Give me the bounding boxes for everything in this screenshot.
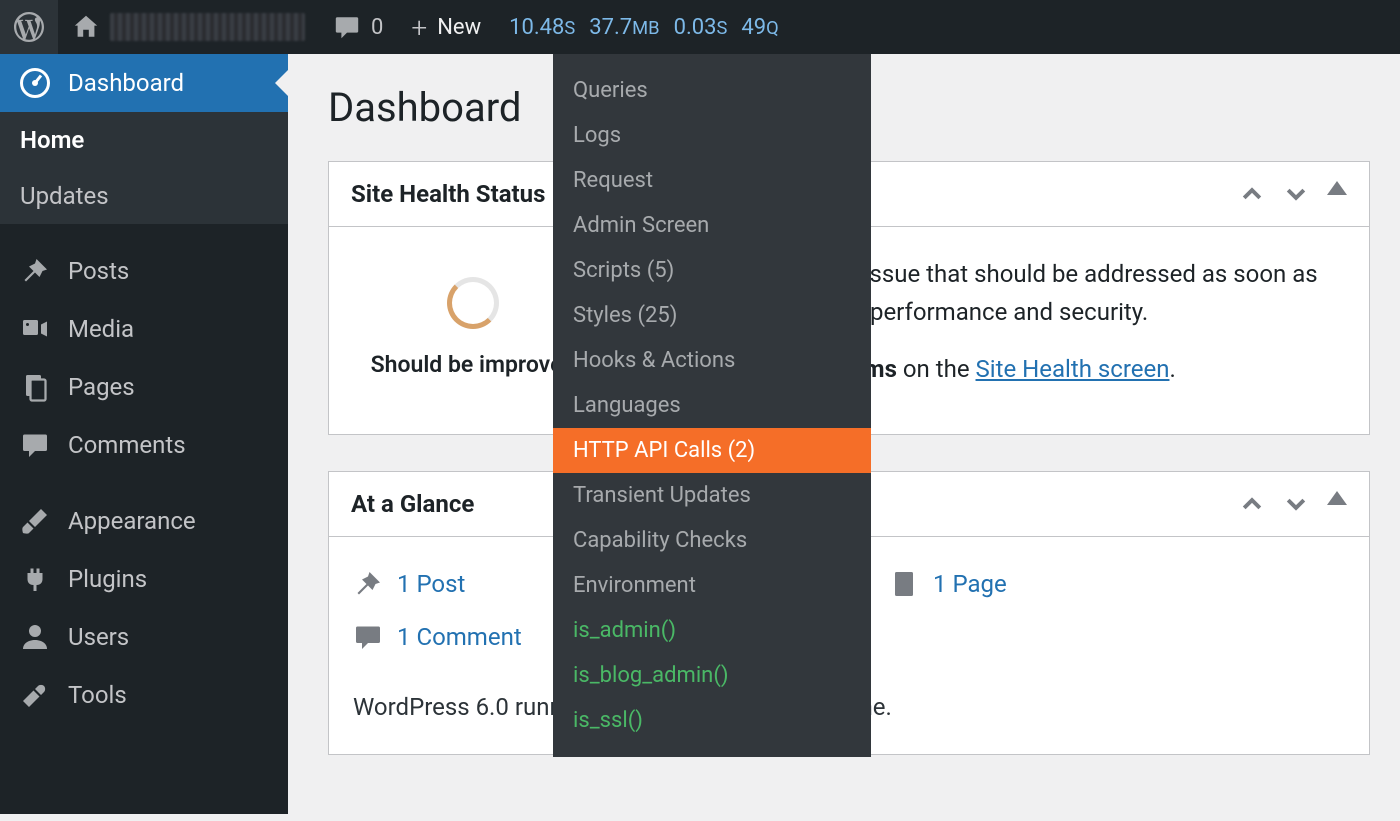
qm-menu-item[interactable]: Scripts (5) [553, 248, 871, 293]
qm-menu-item[interactable]: Languages [553, 383, 871, 428]
sidebar-item-comments[interactable]: Comments [0, 416, 288, 474]
glance-pages-link[interactable]: 1 Page [889, 565, 1345, 603]
chevron-down-icon[interactable] [1283, 181, 1309, 207]
panel-controls [1239, 181, 1347, 207]
user-icon [20, 622, 50, 652]
sidebar-label: Appearance [68, 507, 196, 535]
triangle-up-icon[interactable] [1327, 491, 1347, 505]
site-health-link[interactable]: Site Health screen [976, 355, 1170, 383]
new-label: New [437, 15, 481, 40]
sidebar-label: Tools [68, 681, 127, 709]
qm-dbtime: 0.03S [674, 15, 728, 40]
panel-controls [1239, 491, 1347, 517]
sidebar-item-dashboard[interactable]: Dashboard [0, 54, 288, 112]
qm-time: 10.48S [509, 15, 575, 40]
plugin-icon [20, 564, 50, 594]
comment-icon [333, 13, 361, 41]
brush-icon [20, 506, 50, 536]
health-progress-circle [447, 277, 499, 329]
qm-menu-item[interactable]: Admin Screen [553, 203, 871, 248]
qm-menu-item[interactable]: Logs [553, 113, 871, 158]
admin-sidebar: Dashboard Home Updates Posts Media Pages… [0, 54, 288, 814]
comment-icon [353, 622, 383, 652]
qm-menu-item[interactable]: is_admin() [553, 608, 871, 653]
new-content-link[interactable]: + New [397, 0, 495, 54]
sidebar-item-users[interactable]: Users [0, 608, 288, 666]
sidebar-item-pages[interactable]: Pages [0, 358, 288, 416]
qm-queries: 49Q [741, 15, 778, 40]
comments-icon [20, 430, 50, 460]
chevron-up-icon[interactable] [1239, 491, 1265, 517]
qm-menu-item[interactable]: Styles (25) [553, 293, 871, 338]
wrench-icon [20, 680, 50, 710]
home-icon [72, 13, 100, 41]
sidebar-label: Pages [68, 373, 135, 401]
comment-count: 0 [371, 15, 383, 40]
qm-menu-item[interactable]: is_ssl() [553, 698, 871, 743]
chevron-down-icon[interactable] [1283, 491, 1309, 517]
sidebar-label: Users [68, 623, 129, 651]
pages-icon [20, 372, 50, 402]
comments-link[interactable]: 0 [319, 0, 397, 54]
wordpress-logo-icon [14, 12, 44, 42]
qm-menu-item[interactable]: is_blog_admin() [553, 653, 871, 698]
query-monitor-dropdown: QueriesLogsRequestAdmin ScreenScripts (5… [553, 54, 871, 757]
dashboard-icon [20, 68, 50, 98]
sidebar-item-tools[interactable]: Tools [0, 666, 288, 724]
wp-logo-menu[interactable] [0, 0, 58, 54]
pin-icon [353, 569, 383, 599]
sidebar-sub-home[interactable]: Home [0, 112, 288, 168]
sidebar-label: Media [68, 315, 134, 343]
sidebar-label: Posts [68, 257, 129, 285]
admin-bar: 0 + New 10.48S 37.7MB 0.03S 49Q [0, 0, 1400, 54]
pin-icon [20, 256, 50, 286]
sidebar-item-appearance[interactable]: Appearance [0, 492, 288, 550]
triangle-up-icon[interactable] [1327, 181, 1347, 195]
site-name-blurred [110, 13, 305, 41]
page-icon [889, 569, 919, 599]
qm-menu-item[interactable]: Transient Updates [553, 473, 871, 518]
qm-menu-item[interactable]: Hooks & Actions [553, 338, 871, 383]
qm-menu-item[interactable]: Environment [553, 563, 871, 608]
qm-memory: 37.7MB [589, 15, 659, 40]
qm-menu-item[interactable]: Queries [553, 68, 871, 113]
sidebar-label: Plugins [68, 565, 147, 593]
qm-menu-item[interactable]: Capability Checks [553, 518, 871, 563]
sidebar-sub-updates[interactable]: Updates [0, 168, 288, 224]
media-icon [20, 314, 50, 344]
sidebar-label: Dashboard [68, 69, 184, 97]
sidebar-item-posts[interactable]: Posts [0, 242, 288, 300]
qm-menu-item[interactable]: HTTP API Calls (2) [553, 428, 871, 473]
sidebar-item-plugins[interactable]: Plugins [0, 550, 288, 608]
qm-menu-item[interactable]: Request [553, 158, 871, 203]
chevron-up-icon[interactable] [1239, 181, 1265, 207]
sidebar-label: Comments [68, 431, 186, 459]
home-link[interactable] [58, 0, 319, 54]
panel-title: At a Glance [351, 490, 474, 518]
plus-icon: + [411, 11, 427, 44]
panel-title: Site Health Status [351, 180, 545, 208]
sidebar-item-media[interactable]: Media [0, 300, 288, 358]
query-monitor-stats[interactable]: 10.48S 37.7MB 0.03S 49Q [495, 0, 793, 54]
